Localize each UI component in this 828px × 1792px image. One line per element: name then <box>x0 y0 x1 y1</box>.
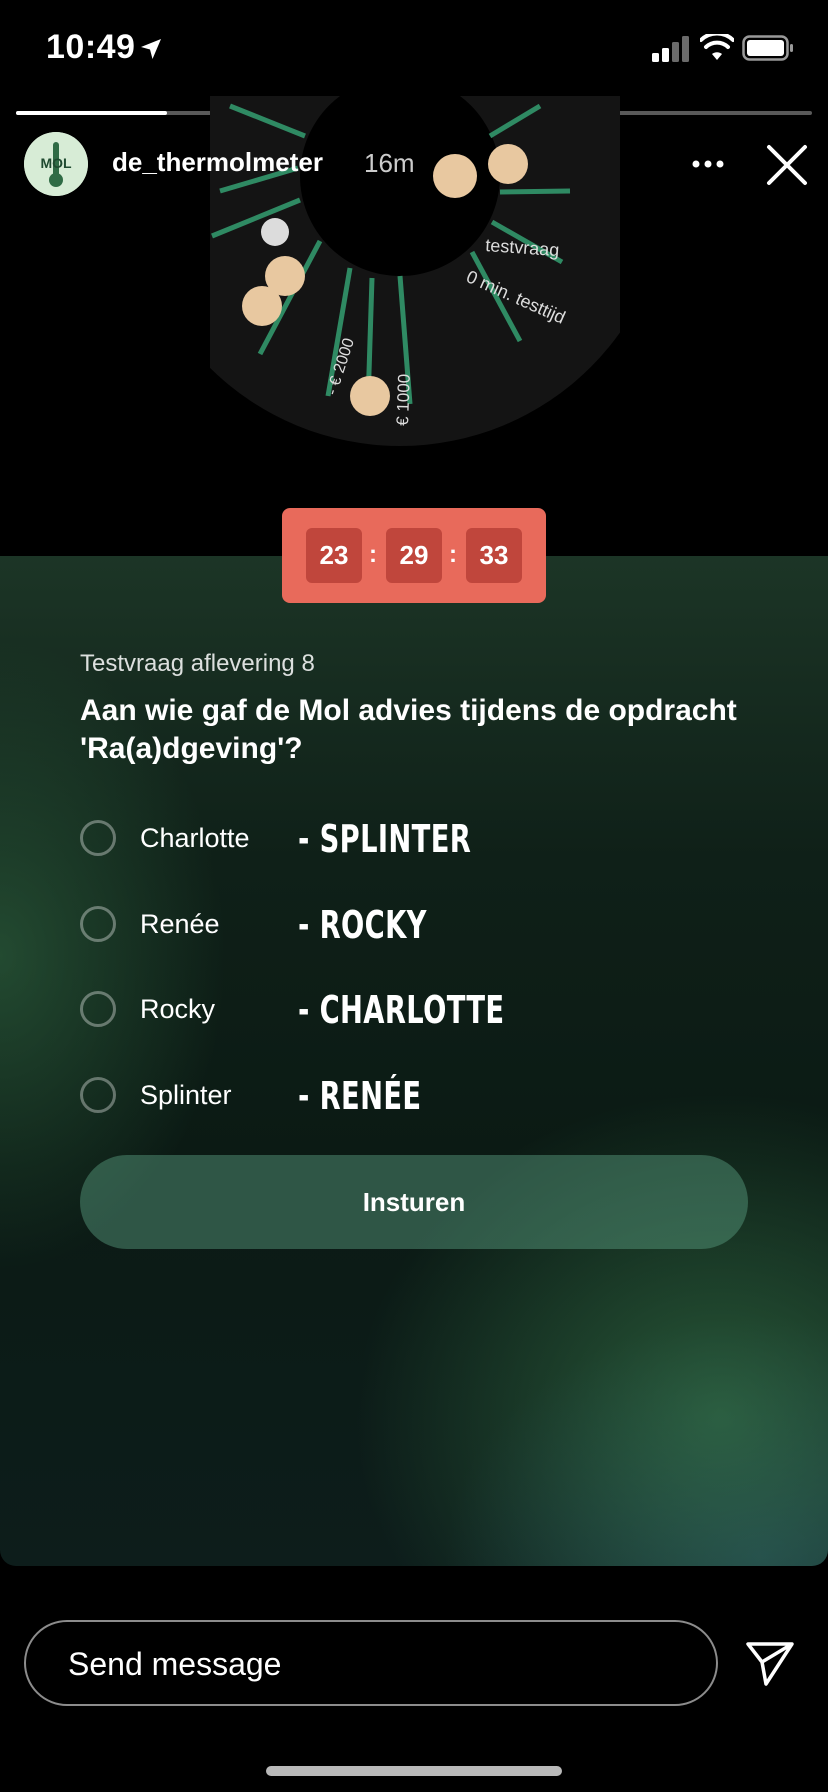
message-placeholder: Send message <box>68 1646 282 1682</box>
option-radio[interactable] <box>80 820 116 856</box>
story-progress-fill <box>16 111 168 115</box>
option-label[interactable]: Charlotte <box>140 823 250 854</box>
countdown-timer: 23 : 29 : 33 <box>282 508 546 603</box>
submit-button[interactable]: Insturen <box>80 1155 748 1249</box>
battery-icon <box>742 35 793 61</box>
option-radio[interactable] <box>80 991 116 1027</box>
location-arrow-icon <box>141 39 161 59</box>
countdown-separator: : <box>369 541 377 568</box>
option-answer-overlay: - CHARLOTTE <box>298 988 505 1032</box>
post-time: 16m <box>364 148 415 178</box>
quiz-label: Testvraag aflevering 8 <box>80 650 315 677</box>
message-input[interactable]: Send message <box>24 1620 718 1706</box>
close-icon[interactable] <box>762 140 812 190</box>
username[interactable]: de_thermolmeter <box>112 147 323 178</box>
avatar-logo-text: MOL <box>40 155 72 171</box>
option-answer-overlay: - SPLINTER <box>298 817 472 861</box>
option-answer-overlay: - ROCKY <box>298 903 427 947</box>
status-time: 10:49 <box>46 28 136 66</box>
option-label[interactable]: Splinter <box>140 1080 232 1111</box>
option-radio[interactable] <box>80 1077 116 1113</box>
wifi-icon <box>700 34 734 60</box>
signal-icon <box>652 36 689 62</box>
send-icon[interactable] <box>744 1638 796 1688</box>
home-indicator <box>266 1766 562 1776</box>
option-answer-overlay: - RENÉE <box>298 1074 422 1118</box>
countdown-minutes: 29 <box>386 528 442 583</box>
countdown-seconds: 33 <box>466 528 522 583</box>
more-options-icon[interactable] <box>688 150 728 178</box>
option-radio[interactable] <box>80 906 116 942</box>
quiz-question: Aan wie gaf de Mol advies tijdens de opd… <box>80 694 737 765</box>
wheel-label: € 1000 <box>393 374 414 427</box>
option-label[interactable]: Renée <box>140 909 220 940</box>
option-label[interactable]: Rocky <box>140 994 215 1025</box>
avatar[interactable]: MOL <box>24 132 88 196</box>
countdown-hours: 23 <box>306 528 362 583</box>
countdown-separator: : <box>449 541 457 568</box>
